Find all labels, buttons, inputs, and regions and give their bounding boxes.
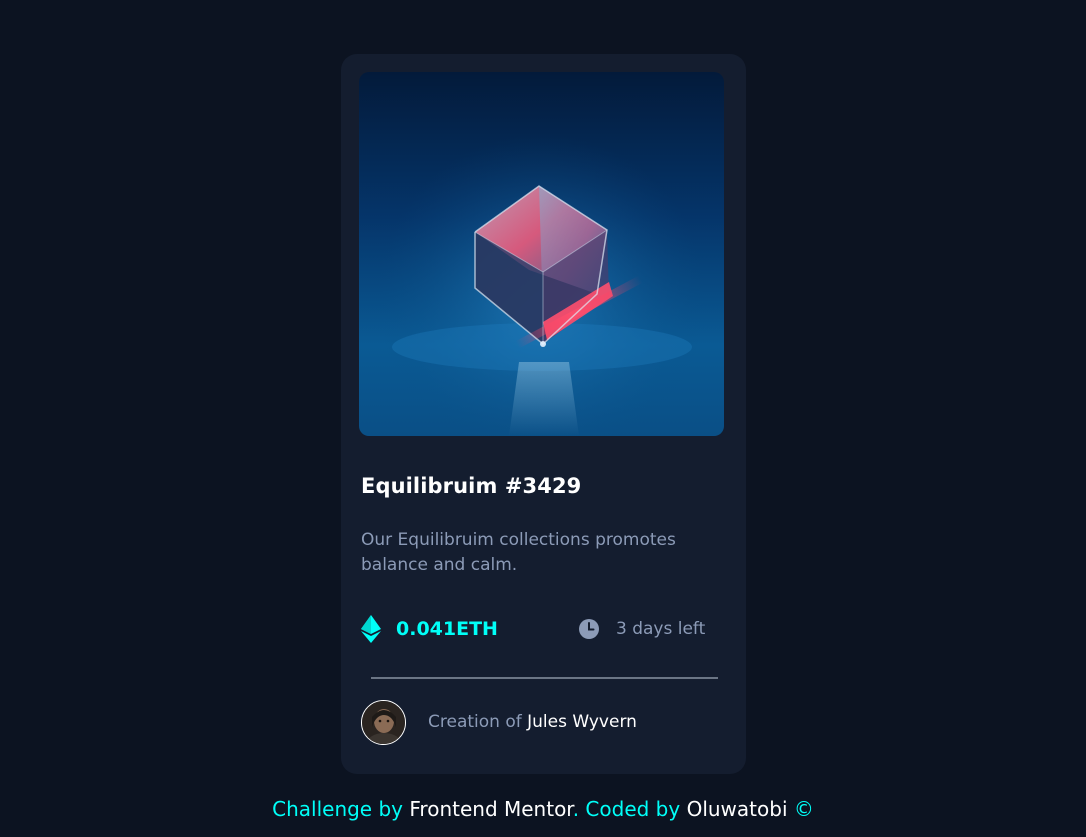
ethereum-icon — [361, 615, 381, 643]
price-value: 0.041ETH — [396, 618, 498, 640]
footer-dot: . — [572, 797, 580, 821]
avatar — [361, 699, 406, 745]
avatar-portrait — [362, 700, 405, 744]
creator-line: Creation of Jules Wyvern — [428, 712, 637, 732]
creator-prefix: Creation of — [428, 712, 522, 732]
time-left-group: 3 days left — [578, 616, 705, 642]
author-link[interactable]: Oluwatobi — [687, 797, 788, 821]
copyright-symbol: © — [793, 797, 814, 821]
frontend-mentor-link[interactable]: Frontend Mentor — [409, 797, 572, 821]
nft-card: Equilibruim #3429 Our Equilibruim collec… — [341, 54, 746, 774]
clock-icon — [579, 619, 599, 639]
nft-description: Our Equilibruim collections promotes bal… — [361, 530, 676, 575]
nft-title[interactable]: Equilibruim #3429 — [361, 474, 581, 498]
page: Equilibruim #3429 Our Equilibruim collec… — [0, 0, 1086, 837]
cube-illustration — [359, 72, 724, 436]
divider — [371, 677, 718, 679]
footer-coded-label: Coded by — [585, 797, 681, 821]
nft-image[interactable] — [359, 72, 724, 436]
footer-challenge-label: Challenge by — [272, 797, 404, 821]
time-left-value: 3 days left — [616, 619, 706, 639]
attribution-footer: Challenge by Frontend Mentor. Coded by O… — [0, 797, 1086, 821]
price-group: 0.041ETH — [361, 614, 498, 644]
creator-name-link[interactable]: Jules Wyvern — [527, 712, 637, 732]
creator-group: Creation of Jules Wyvern — [361, 698, 637, 746]
